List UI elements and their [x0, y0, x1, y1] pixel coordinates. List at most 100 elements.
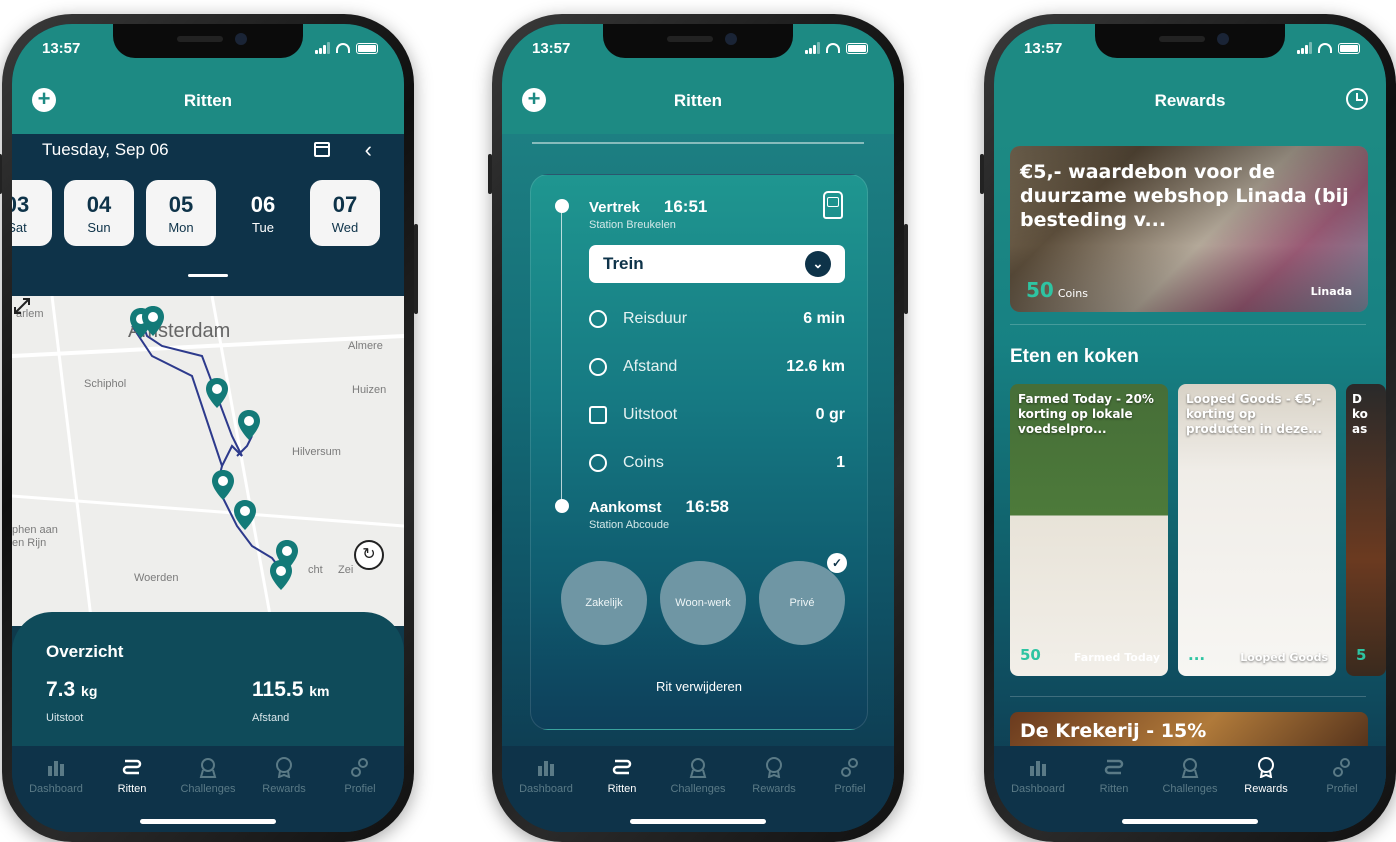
tab-label: Dashboard: [1011, 783, 1065, 795]
arrival-dot: [555, 499, 569, 513]
info-value: 1: [836, 454, 845, 471]
map-pin-icon[interactable]: [270, 560, 292, 590]
tab-dashboard[interactable]: Dashboard: [21, 746, 91, 832]
map-label-almere: Almere: [348, 340, 383, 352]
tab-dashboard[interactable]: Dashboard: [1003, 746, 1073, 832]
phone-ritten-overview: 13:57 + Ritten Tuesday, Sep 06 ‹ 03 Sat 0…: [0, 14, 418, 842]
history-icon[interactable]: [1346, 88, 1368, 110]
map-pin-icon[interactable]: [142, 306, 164, 336]
badge-icon: [1255, 756, 1277, 779]
map-pin-icon[interactable]: [206, 378, 228, 408]
day-item[interactable]: 03 Sat: [12, 180, 52, 246]
category-woon-werk[interactable]: Woon-werk: [660, 561, 746, 645]
info-row-emission: Uitstoot 0 gr: [589, 403, 845, 427]
home-indicator: [1122, 819, 1258, 824]
nav-bar: + Ritten: [12, 86, 404, 116]
departure-heading: Vertrek 16:51: [589, 197, 707, 217]
reward-card[interactable]: Farmed Today - 20% korting op lokale voe…: [1010, 384, 1168, 676]
status-bar: 13:57: [1024, 38, 1360, 58]
reward-card-brand: Looped Goods: [1240, 651, 1328, 664]
screen: 13:57 Rewards €5,- waardebon voor de duu…: [994, 24, 1386, 832]
info-row-coins: Coins 1: [589, 451, 845, 475]
map-pin-icon[interactable]: [212, 470, 234, 500]
reward-card-coins: ...: [1188, 646, 1206, 664]
tab-profiel[interactable]: Profiel: [815, 746, 885, 832]
day-number: 05: [168, 191, 194, 217]
screen: 13:57 + Ritten Tuesday, Sep 06 ‹ 03 Sat 0…: [12, 24, 404, 832]
delete-trip-button[interactable]: Rit verwijderen: [531, 679, 867, 694]
category-zakelijk[interactable]: Zakelijk: [561, 561, 647, 645]
tab-label: Ritten: [607, 783, 637, 795]
day-picker: 03 Sat 04 Sun 05 Mon 06 Tue 07 Wed: [12, 180, 380, 246]
day-name: Tue: [252, 219, 274, 235]
drag-handle[interactable]: [188, 274, 228, 277]
route-icon: [611, 756, 633, 778]
map-label-woerden: Woerden: [134, 572, 179, 584]
transport-mode-select[interactable]: Trein ⌄: [589, 245, 845, 283]
tab-dashboard[interactable]: Dashboard: [511, 746, 581, 832]
date-row: Tuesday, Sep 06 ‹: [42, 138, 376, 162]
reward-card[interactable]: Looped Goods - €5,- korting op producten…: [1178, 384, 1336, 676]
tab-label: Challenges: [670, 783, 726, 795]
map-label-hilversum: Hilversum: [292, 446, 341, 458]
reward-hero-card[interactable]: €5,- waardebon voor de duurzame webshop …: [1010, 146, 1368, 312]
tab-label: Rewards: [1244, 783, 1288, 795]
showcase-stage: 13:57 + Ritten Tuesday, Sep 06 ‹ 03 Sat 0…: [0, 0, 1396, 842]
reward-card[interactable]: D ko as 5: [1346, 384, 1386, 676]
signal-icon: [315, 42, 330, 54]
category-label: Zakelijk: [585, 597, 623, 609]
trip-map[interactable]: arlem Amsterdam Almere Schiphol Huizen H…: [12, 296, 404, 626]
section-title: Eten en koken: [1010, 346, 1139, 367]
refresh-icon[interactable]: ↻: [354, 540, 384, 570]
category-prive[interactable]: Privé ✓: [759, 553, 847, 645]
day-item[interactable]: 05 Mon: [146, 180, 216, 246]
overview-panel: Overzicht 7.3 kg Uitstoot 115.5 km Afsta…: [12, 612, 404, 746]
map-pin-icon[interactable]: [238, 410, 260, 440]
day-item[interactable]: 04 Sun: [64, 180, 134, 246]
reward-card-title: Looped Goods - €5,- korting op producten…: [1186, 392, 1322, 436]
add-trip-button[interactable]: +: [522, 88, 546, 112]
dashboard-icon: [45, 756, 67, 778]
expand-icon[interactable]: [12, 296, 32, 316]
info-label: Afstand: [623, 358, 678, 375]
distance-value: 115.5: [252, 678, 304, 701]
add-trip-button[interactable]: +: [32, 88, 56, 112]
arrival-time: 16:58: [685, 497, 730, 516]
chevron-down-icon: ⌄: [805, 251, 831, 277]
map-pin-icon[interactable]: [234, 500, 256, 530]
page-title: Ritten: [183, 91, 233, 110]
tab-label: Dashboard: [519, 783, 573, 795]
tab-label: Profiel: [1326, 783, 1358, 795]
selected-date: Tuesday, Sep 06: [42, 140, 169, 159]
info-value: 0 gr: [815, 406, 845, 423]
profile-icon: [839, 756, 861, 778]
arrival-heading: Aankomst 16:58: [589, 497, 729, 517]
day-item-selected[interactable]: 06 Tue: [228, 180, 298, 246]
day-name: Mon: [168, 219, 194, 235]
tab-label: Ritten: [117, 783, 147, 795]
medal-icon: [1179, 756, 1201, 778]
status-time: 13:57: [42, 39, 81, 57]
status-bar: 13:57: [532, 38, 868, 58]
arrival-station: Station Abcoude: [589, 519, 670, 531]
departure-label: Vertrek: [589, 199, 640, 216]
emission-label: Uitstoot: [46, 712, 84, 724]
status-bar: 13:57: [42, 38, 378, 58]
tab-profiel[interactable]: Profiel: [1307, 746, 1377, 832]
chevron-left-icon[interactable]: ‹: [365, 139, 372, 161]
route-pin-icon: [589, 358, 607, 376]
calendar-icon[interactable]: [314, 142, 330, 157]
phone-trip-detail: 13:57 + Ritten Vertrek 16:51 Station Breu…: [488, 14, 908, 842]
tab-profiel[interactable]: Profiel: [325, 746, 395, 832]
map-label-huizen: Huizen: [352, 384, 387, 396]
departure-dot: [555, 199, 569, 213]
tab-label: Challenges: [180, 783, 236, 795]
info-label: Uitstoot: [623, 406, 678, 423]
day-item[interactable]: 07 Wed: [310, 180, 380, 246]
day-name: Sun: [87, 219, 111, 235]
category-label: Privé: [789, 597, 815, 609]
overview-title: Overzicht: [46, 642, 124, 661]
map-label-zeist: Zei: [338, 564, 354, 576]
page-title: Ritten: [673, 91, 723, 110]
reward-brand: Linada: [1310, 285, 1352, 298]
